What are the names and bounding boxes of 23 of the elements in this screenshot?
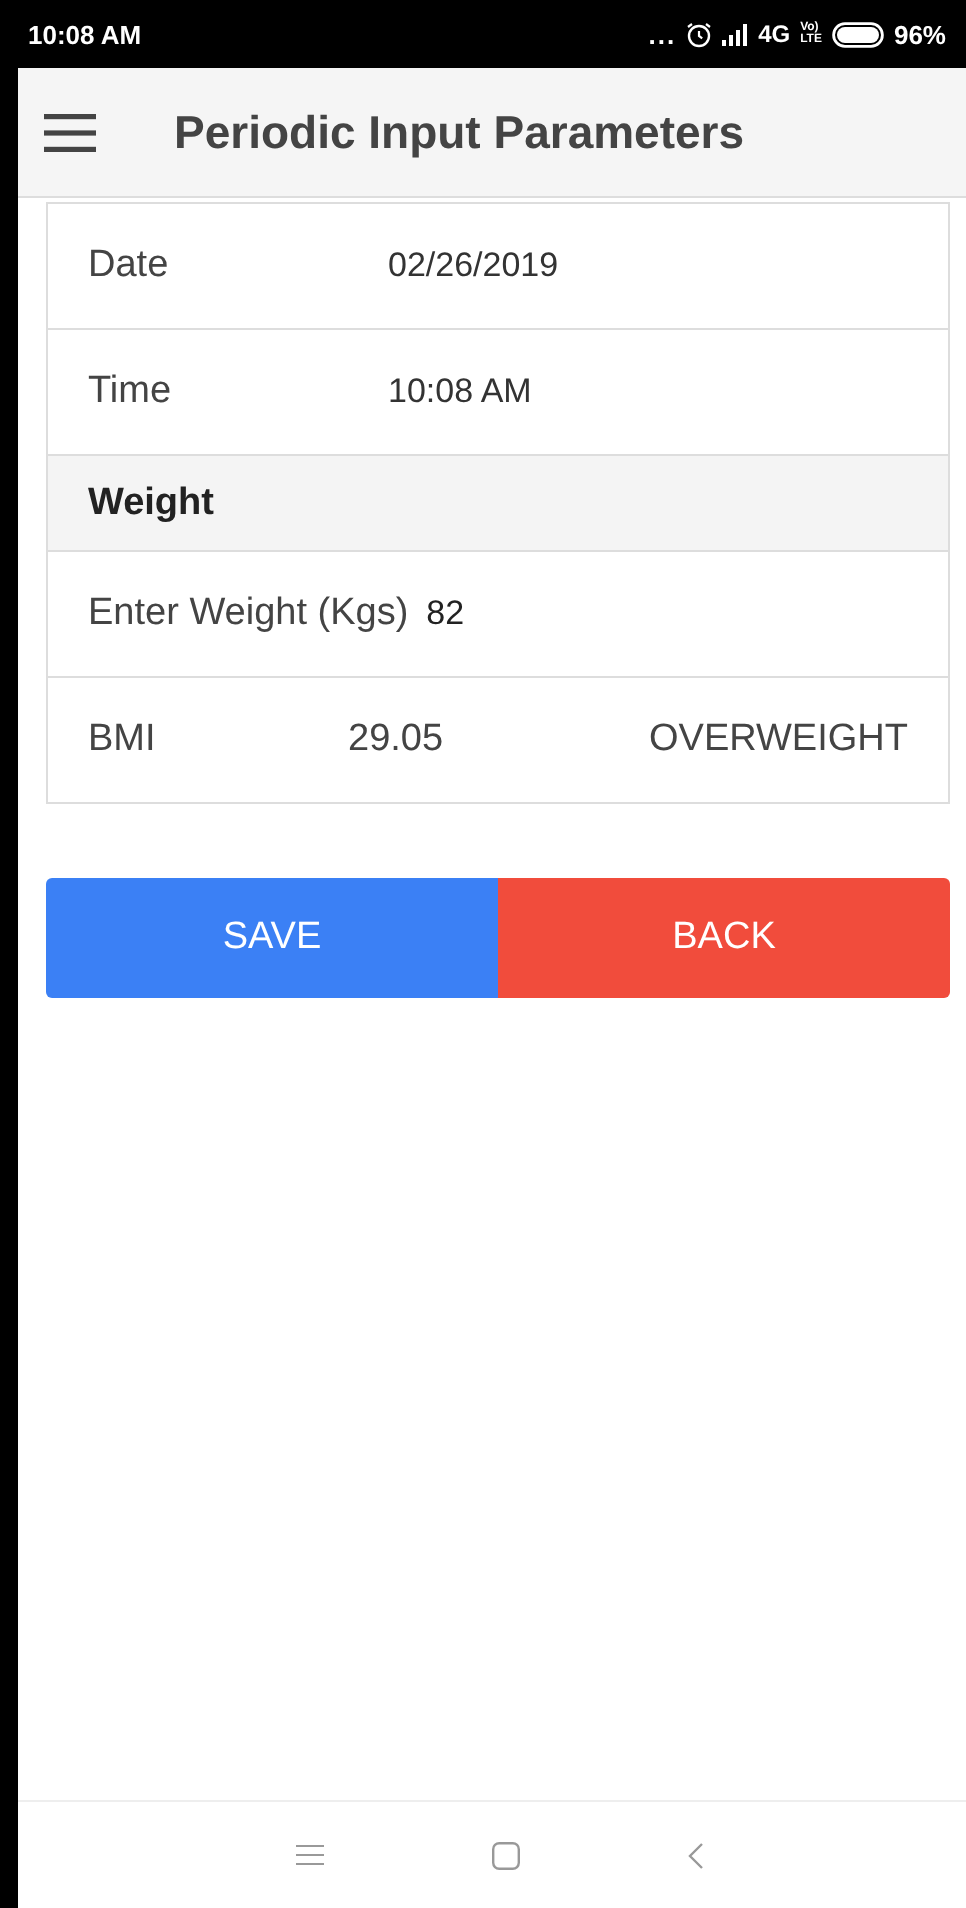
back-icon[interactable]: [688, 1841, 704, 1869]
battery-icon: [831, 21, 884, 47]
home-icon[interactable]: [492, 1841, 520, 1869]
section-label: Weight: [88, 481, 214, 525]
screen-title: Periodic Input Parameters: [174, 105, 745, 159]
field-label: Date: [88, 244, 171, 288]
field-value: 10:08 AM: [388, 372, 532, 412]
bmi-status: OVERWEIGHT: [649, 718, 908, 762]
save-button[interactable]: SAVE: [46, 878, 498, 998]
battery-percent: 96%: [893, 19, 946, 49]
menu-icon[interactable]: [44, 113, 96, 151]
alarm-clock-icon: [686, 21, 713, 47]
field-value: 02/26/2019: [388, 246, 559, 286]
field-label: BMI: [88, 718, 158, 762]
back-button[interactable]: BACK: [498, 878, 950, 998]
weight-input[interactable]: 82: [426, 594, 465, 634]
field-value: 29.05: [348, 718, 446, 762]
signal-icon: [722, 23, 749, 45]
more-dots: ...: [648, 19, 677, 49]
field-label: Enter Weight (Kgs): [88, 592, 409, 636]
status-time: 10:08 AM: [28, 19, 142, 49]
network-type: 4G: [758, 20, 791, 48]
field-label: Time: [88, 370, 174, 414]
